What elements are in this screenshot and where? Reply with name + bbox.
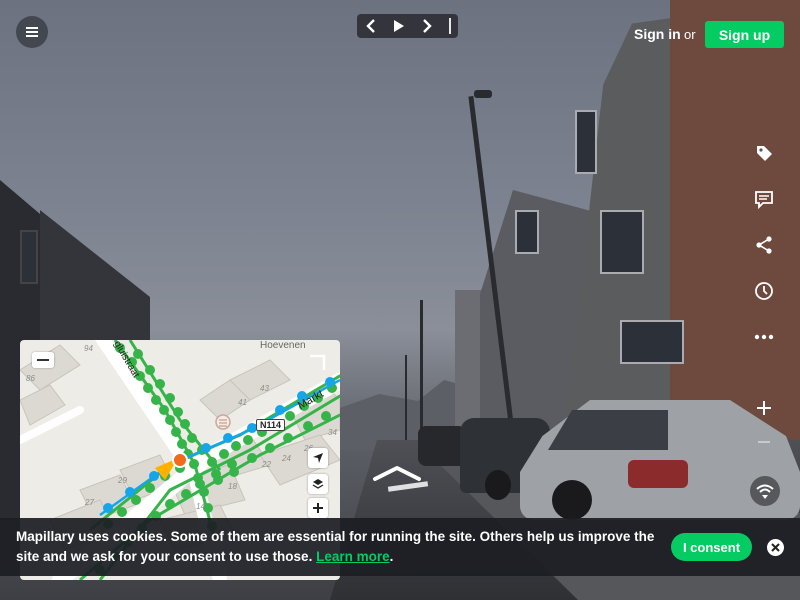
share-icon	[756, 236, 772, 254]
consent-button[interactable]: I consent	[671, 533, 752, 561]
house-number: 18	[228, 482, 237, 491]
sequence-separator	[449, 18, 451, 34]
learn-more-link[interactable]: Learn more	[316, 549, 390, 564]
minus-icon	[37, 359, 49, 361]
locate-icon	[313, 453, 323, 463]
navigate-forward-arrow-icon[interactable]	[372, 462, 422, 484]
sequence-controls	[357, 14, 458, 38]
street-lamp	[420, 300, 423, 440]
road-shield-label: N114	[256, 419, 286, 431]
menu-button[interactable]	[16, 16, 48, 48]
locate-button[interactable]	[308, 448, 328, 468]
zoom-in-icon	[313, 503, 323, 513]
previous-image-button[interactable]	[357, 14, 385, 38]
hamburger-icon	[26, 27, 38, 37]
window	[620, 320, 684, 364]
house-number: 14	[196, 502, 205, 511]
zoom-out-icon	[758, 441, 770, 443]
connection-button[interactable]	[750, 476, 780, 506]
zoom-in-button[interactable]	[750, 394, 778, 422]
layers-icon	[312, 479, 324, 489]
car-tire	[485, 470, 511, 500]
wifi-icon	[756, 484, 774, 499]
play-button[interactable]	[385, 14, 413, 38]
clock-icon	[755, 282, 773, 300]
play-icon	[394, 20, 404, 32]
parked-car	[418, 426, 466, 466]
share-button[interactable]	[750, 231, 778, 259]
house-number: 22	[262, 460, 271, 469]
close-icon	[771, 543, 780, 552]
house-number: 94	[84, 344, 93, 353]
house-number: 29	[118, 476, 127, 485]
car-tire	[552, 480, 592, 520]
minimap-zoom-in-button[interactable]	[308, 498, 328, 518]
layers-button[interactable]	[308, 474, 328, 494]
street-lamp	[405, 355, 407, 440]
sign-up-button[interactable]: Sign up	[705, 21, 784, 48]
or-text: or	[684, 27, 696, 42]
street-lamp-head	[474, 90, 492, 98]
next-image-button[interactable]	[413, 14, 441, 38]
house-number: 34	[328, 428, 337, 437]
sign-in-link[interactable]: Sign in	[634, 26, 681, 42]
more-button[interactable]	[750, 323, 778, 351]
cookie-close-button[interactable]	[767, 539, 784, 556]
house-number: 41	[238, 398, 247, 407]
map-place-label: Hoevenen	[260, 340, 306, 351]
house-number: 27	[85, 498, 94, 507]
house-number: 43	[260, 384, 269, 393]
window	[575, 110, 597, 174]
cookie-message: Mapillary uses cookies. Some of them are…	[16, 527, 656, 567]
window	[515, 210, 539, 254]
tag-button[interactable]	[750, 139, 778, 167]
house-number: 86	[26, 374, 35, 383]
car-taillight	[628, 460, 688, 488]
more-icon	[754, 334, 774, 340]
comment-button[interactable]	[750, 185, 778, 213]
house-number: 24	[282, 454, 291, 463]
window	[20, 230, 38, 284]
chevron-right-icon	[423, 19, 432, 33]
expand-icon[interactable]	[308, 354, 326, 372]
chevron-left-icon	[366, 19, 375, 33]
history-button[interactable]	[750, 277, 778, 305]
zoom-in-icon	[757, 401, 771, 415]
minimap-collapse-button[interactable]	[32, 352, 54, 368]
comment-icon	[755, 191, 773, 209]
window	[600, 210, 644, 274]
building	[670, 0, 800, 470]
cookie-period: .	[389, 549, 394, 564]
tag-icon	[757, 146, 772, 161]
zoom-out-button[interactable]	[750, 428, 778, 456]
